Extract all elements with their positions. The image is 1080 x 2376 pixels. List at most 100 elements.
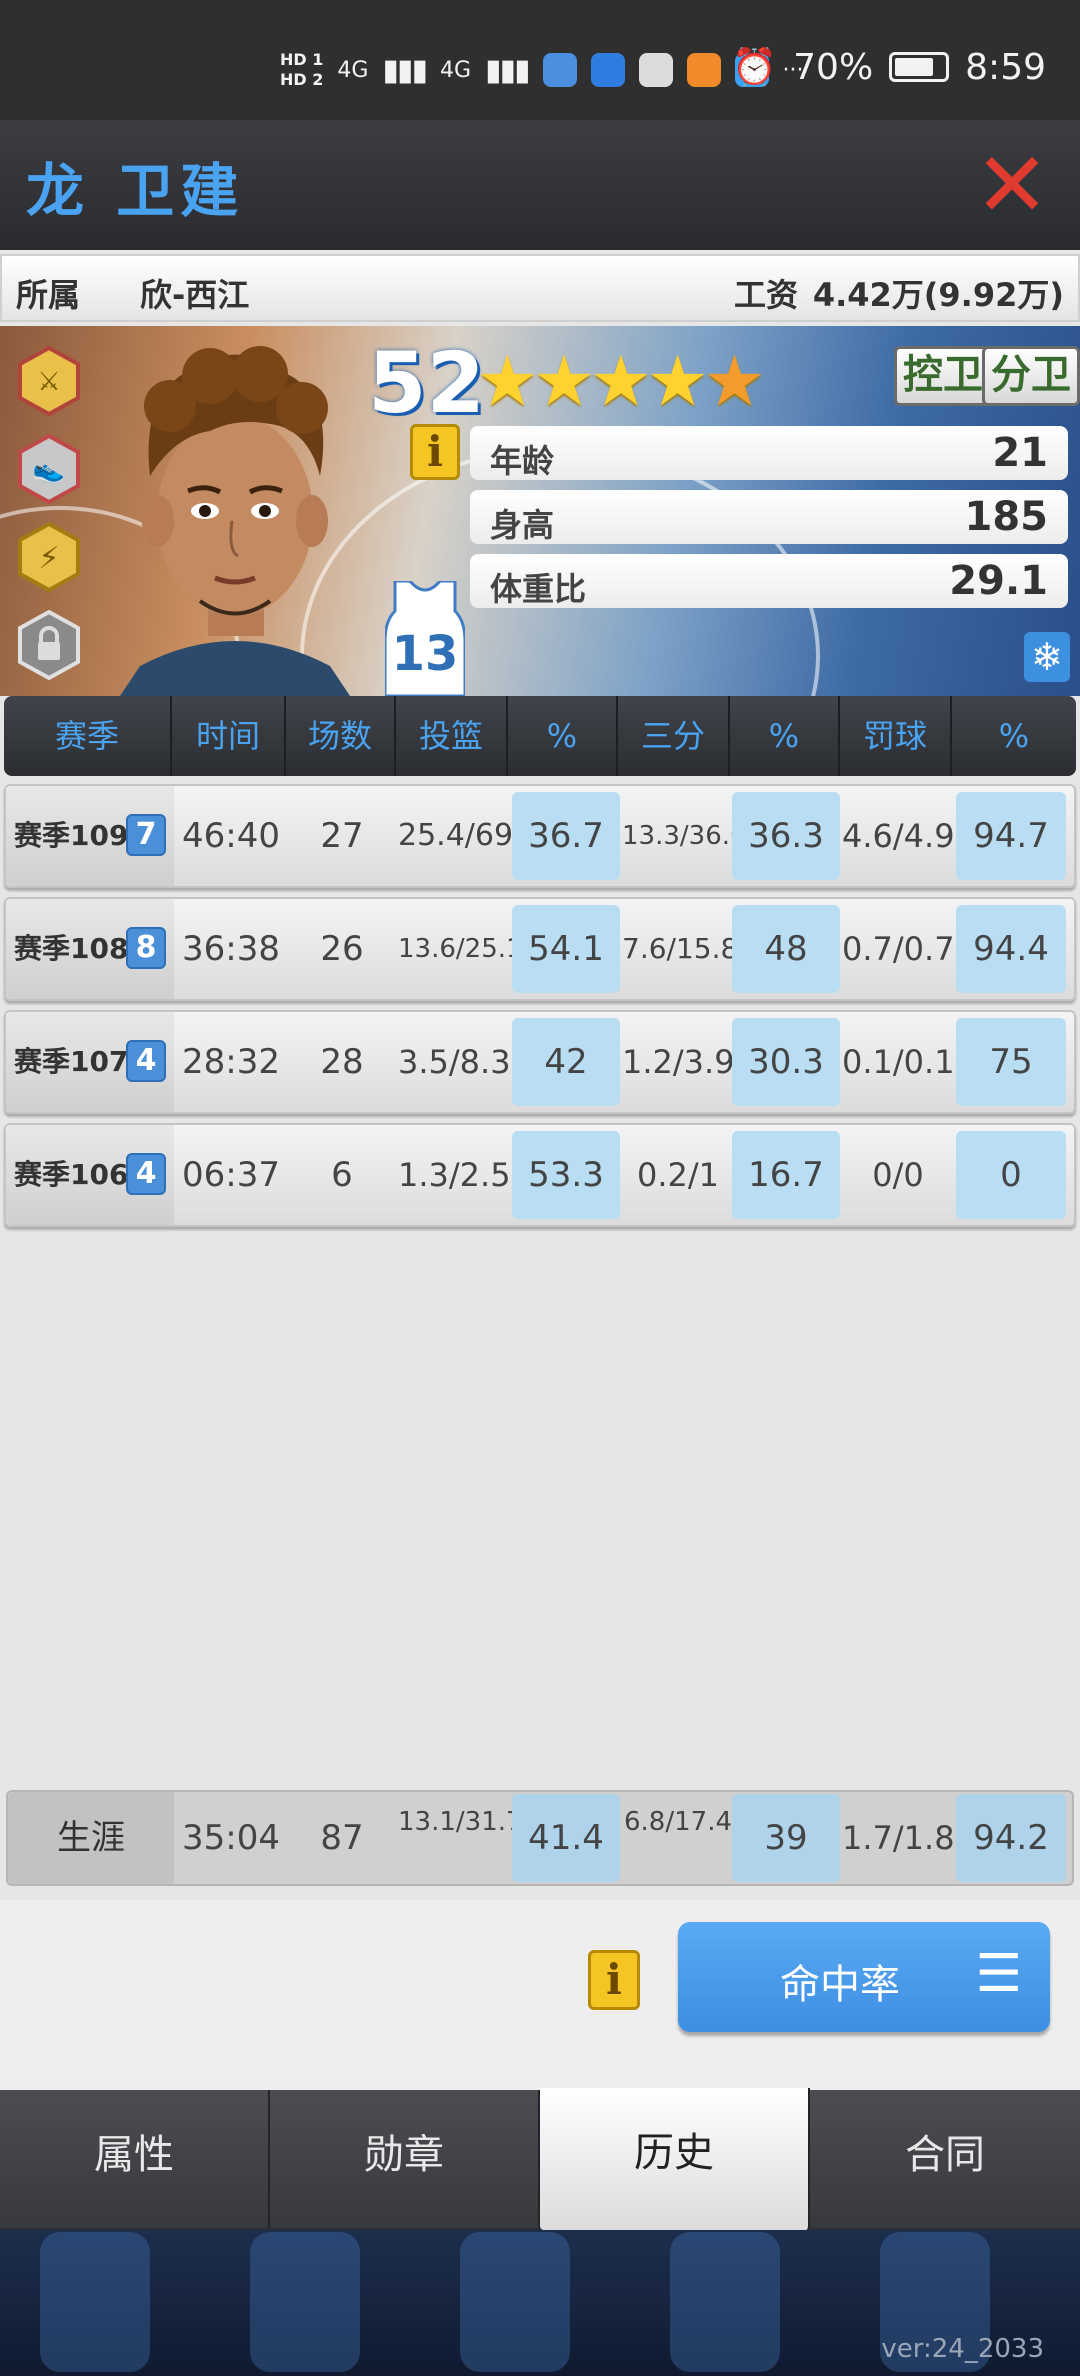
signal-icon: ▮▮▮ (382, 52, 428, 88)
attr-row-age: 年龄 21 (470, 426, 1068, 480)
fg-cell: 1.3/2.5 (398, 1156, 511, 1194)
career-ft: 1.7/1.8 (842, 1819, 955, 1857)
time-cell: 36:38 (182, 929, 280, 969)
filter-label: 命中率 (780, 1962, 900, 2008)
jersey-number: 13 (391, 626, 459, 682)
attr-label: 体重比 (490, 570, 587, 608)
stat-filter-button[interactable]: 命中率 ☰ (678, 1922, 1050, 2032)
games-cell: 6 (331, 1155, 353, 1195)
mail-app-icon (638, 53, 673, 87)
col-time[interactable]: 时间 (172, 696, 286, 776)
season-number-badge: 4 (126, 1040, 166, 1082)
ft-cell: 4.6/4.9 (842, 817, 955, 855)
attr-value: 185 (964, 494, 1049, 540)
time-cell: 28:32 (182, 1042, 280, 1082)
career-fg: 13.1/31.7 (398, 1807, 523, 1837)
star-icon: ★ (589, 340, 653, 422)
signal-icon-2: ▮▮▮ (485, 52, 531, 88)
fg-cell: 25.4/69 (398, 818, 514, 853)
col-ft-pct[interactable]: % (952, 696, 1076, 776)
season-cell: 赛季107 4 (6, 1012, 174, 1112)
nav-icon-team[interactable] (40, 2232, 150, 2372)
career-three-pct: 39 (732, 1794, 840, 1882)
attr-label: 年龄 (490, 442, 555, 480)
season-cell: 赛季109 7 (6, 786, 174, 886)
col-fg-pct[interactable]: % (508, 696, 618, 776)
battery-icon (889, 52, 950, 82)
gold-badge-icon[interactable]: ⚔ (16, 346, 82, 416)
season-label: 赛季106 (14, 1158, 129, 1191)
player-profile: ⚔ 👟 ⚡ 13 52 ★★★★★ 控卫 分卫 i 年龄 21 身高 185 体… (0, 326, 1080, 696)
lock-badge-icon[interactable] (16, 610, 82, 680)
ft-pct-cell: 94.7 (956, 792, 1066, 880)
table-row[interactable]: 赛季108 8 36:38 26 13.6/25.1 54.1 7.6/15.8… (4, 897, 1076, 1001)
fg-cell: 3.5/8.3 (398, 1043, 511, 1081)
table-row[interactable]: 赛季109 7 46:40 27 25.4/69 36.7 13.3/36.6 … (4, 784, 1076, 888)
career-games: 87 (320, 1818, 364, 1858)
star-icon: ★ (476, 340, 539, 422)
tab-history[interactable]: 历史 (540, 2088, 810, 2230)
table-row[interactable]: 赛季107 4 28:32 28 3.5/8.3 42 1.2/3.9 30.3… (4, 1010, 1076, 1114)
svg-text:⚡: ⚡ (38, 541, 59, 576)
fg-pct-cell: 54.1 (512, 905, 620, 993)
star-icon: ★ (703, 340, 766, 422)
info-row: 所属 欣-西江 工资 4.42万(9.92万) (0, 254, 1080, 322)
lightning-badge-icon[interactable]: ⚡ (16, 522, 82, 592)
salary-label: 工资 (734, 276, 799, 314)
player-avatar (120, 346, 350, 696)
svg-text:👟: 👟 (33, 455, 65, 485)
stats-table-header: 赛季 时间 场数 投篮 % 三分 % 罚球 % (4, 696, 1076, 776)
version-label: ver:24_2033 (881, 2334, 1044, 2364)
hd-indicator: HD 1 HD 2 (280, 50, 323, 90)
tab-attributes[interactable]: 属性 (0, 2090, 270, 2228)
game-bottom-nav: ver:24_2033 (0, 2230, 1080, 2376)
snowflake-icon[interactable]: ❄ (1024, 632, 1070, 682)
nav-icon-arena[interactable] (460, 2232, 570, 2372)
shoe-badge-icon[interactable]: 👟 (16, 434, 82, 504)
close-icon: ✕ (974, 133, 1050, 238)
table-row[interactable]: 赛季106 4 06:37 6 1.3/2.5 53.3 0.2/1 16.7 … (4, 1123, 1076, 1227)
ft-pct-cell: 75 (956, 1018, 1066, 1106)
season-label: 赛季107 (14, 1045, 129, 1078)
tab-contract[interactable]: 合同 (810, 2090, 1080, 2228)
col-fg[interactable]: 投篮 (396, 696, 508, 776)
ft-pct-cell: 0 (956, 1131, 1066, 1219)
career-row: 生涯 35:04 87 13.1/31.7 41.4 6.8/17.4 39 1… (6, 1790, 1074, 1886)
season-label: 赛季109 (14, 819, 129, 852)
network2-label: 4G (439, 57, 471, 83)
star-rating: ★★★★★ (476, 340, 766, 422)
bulb-app-icon (590, 53, 625, 87)
time-cell: 46:40 (182, 816, 280, 856)
salary-value: 4.42万(9.92万) (812, 276, 1064, 314)
career-time: 35:04 (182, 1818, 280, 1858)
attr-row-height: 身高 185 (470, 490, 1068, 544)
col-season[interactable]: 赛季 (4, 696, 172, 776)
col-ft[interactable]: 罚球 (840, 696, 952, 776)
three-cell: 0.2/1 (636, 1156, 720, 1194)
hd2-label: HD 2 (280, 70, 324, 89)
hd1-label: HD 1 (280, 50, 324, 69)
ft-pct-cell: 94.4 (956, 905, 1066, 993)
profile-info-icon[interactable]: i (410, 424, 460, 480)
ft-cell: 0.1/0.1 (842, 1043, 955, 1081)
col-three-pct[interactable]: % (730, 696, 840, 776)
season-number-badge: 4 (126, 1153, 166, 1195)
nav-icon-finance[interactable] (250, 2232, 360, 2372)
alarm-icon: ⏰ (732, 47, 778, 88)
attr-value: 29.1 (949, 558, 1048, 604)
player-name: 龙 卫建 (26, 157, 245, 225)
season-label: 赛季108 (14, 932, 129, 965)
nav-icon-people[interactable] (670, 2232, 780, 2372)
games-cell: 27 (320, 816, 364, 856)
games-cell: 28 (320, 1042, 364, 1082)
col-three[interactable]: 三分 (618, 696, 730, 776)
position-tag-sg: 分卫 (982, 346, 1080, 406)
ft-cell: 0/0 (872, 1156, 924, 1194)
col-games[interactable]: 场数 (286, 696, 396, 776)
fg-pct-cell: 42 (512, 1018, 620, 1106)
tab-badges[interactable]: 勋章 (270, 2090, 540, 2228)
season-cell: 赛季108 8 (6, 899, 174, 999)
close-button[interactable]: ✕ (972, 141, 1052, 231)
position-tag-pg: 控卫 (894, 346, 992, 406)
stats-info-icon[interactable]: i (588, 1950, 640, 2010)
